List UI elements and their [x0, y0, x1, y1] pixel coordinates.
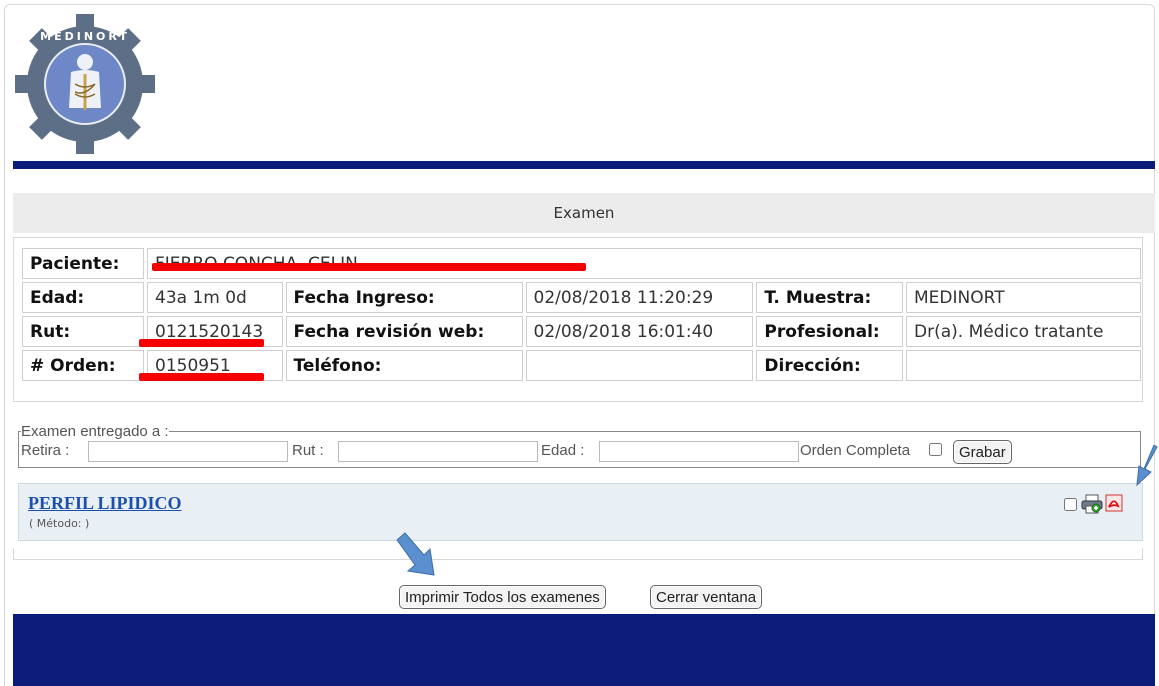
- arrow-icon: [1136, 445, 1158, 487]
- rut-label: Rut:: [22, 316, 144, 347]
- profesional-value: Dr(a). Médico tratante: [906, 316, 1141, 347]
- fecha-ingreso-value: 02/08/2018 11:20:29: [525, 282, 754, 313]
- print-all-button[interactable]: Imprimir Todos los examenes: [399, 585, 606, 609]
- orden-completa-label: Orden Completa: [800, 442, 911, 459]
- edad-value: 43a 1m 0d: [147, 282, 283, 313]
- rut-input[interactable]: [338, 441, 538, 462]
- paciente-label: Paciente:: [22, 248, 144, 279]
- t-muestra-value: MEDINORT: [906, 282, 1141, 313]
- delivery-legend: Examen entregado a :: [21, 423, 169, 440]
- section-title: Examen: [13, 193, 1155, 233]
- medinort-logo: MEDINORT: [15, 14, 155, 154]
- t-muestra-label: T. Muestra:: [756, 282, 904, 313]
- direccion-label: Dirección:: [756, 350, 904, 381]
- orden-label: # Orden:: [22, 350, 144, 381]
- delivery-row: Retira : Rut : Edad : Orden Completa Gra…: [21, 440, 1140, 464]
- edad-label: Edad :: [541, 442, 585, 459]
- profesional-label: Profesional:: [756, 316, 904, 347]
- telefono-value: [525, 350, 754, 381]
- footer-bar: [13, 614, 1155, 686]
- edad-input[interactable]: [599, 441, 799, 462]
- fecha-revision-label: Fecha revisión web:: [285, 316, 523, 347]
- close-window-button[interactable]: Cerrar ventana: [650, 585, 763, 609]
- retira-input[interactable]: [88, 441, 288, 462]
- rut-label: Rut :: [292, 442, 324, 459]
- pdf-icon[interactable]: [1105, 494, 1123, 512]
- header-rule: [13, 161, 1155, 169]
- grabar-button[interactable]: Grabar: [953, 440, 1012, 464]
- exam-select-checkbox[interactable]: [1064, 498, 1077, 511]
- fecha-ingreso-label: Fecha Ingreso:: [285, 282, 523, 313]
- edad-label: Edad:: [22, 282, 144, 313]
- exam-link[interactable]: PERFIL LIPIDICO: [28, 493, 182, 514]
- fecha-revision-value: 02/08/2018 16:01:40: [525, 316, 754, 347]
- exam-method: ( Método: ): [29, 517, 90, 530]
- redaction-mark: [139, 373, 264, 381]
- orden-completa-checkbox[interactable]: [929, 443, 942, 456]
- direccion-value: [906, 350, 1141, 381]
- retira-label: Retira :: [21, 442, 70, 459]
- redaction-mark: [152, 263, 586, 271]
- telefono-label: Teléfono:: [285, 350, 523, 381]
- redaction-mark: [139, 339, 264, 347]
- svg-text:MEDINORT: MEDINORT: [40, 30, 130, 43]
- table-row: Edad: 43a 1m 0d Fecha Ingreso: 02/08/201…: [22, 282, 1141, 313]
- print-icon[interactable]: [1081, 494, 1103, 514]
- arrow-icon: [396, 532, 435, 576]
- exam-item: PERFIL LIPIDICO ( Método: ): [18, 483, 1143, 541]
- delivery-fieldset: Examen entregado a : Retira : Rut : Edad…: [18, 423, 1141, 468]
- exam-list-box: [13, 548, 1143, 560]
